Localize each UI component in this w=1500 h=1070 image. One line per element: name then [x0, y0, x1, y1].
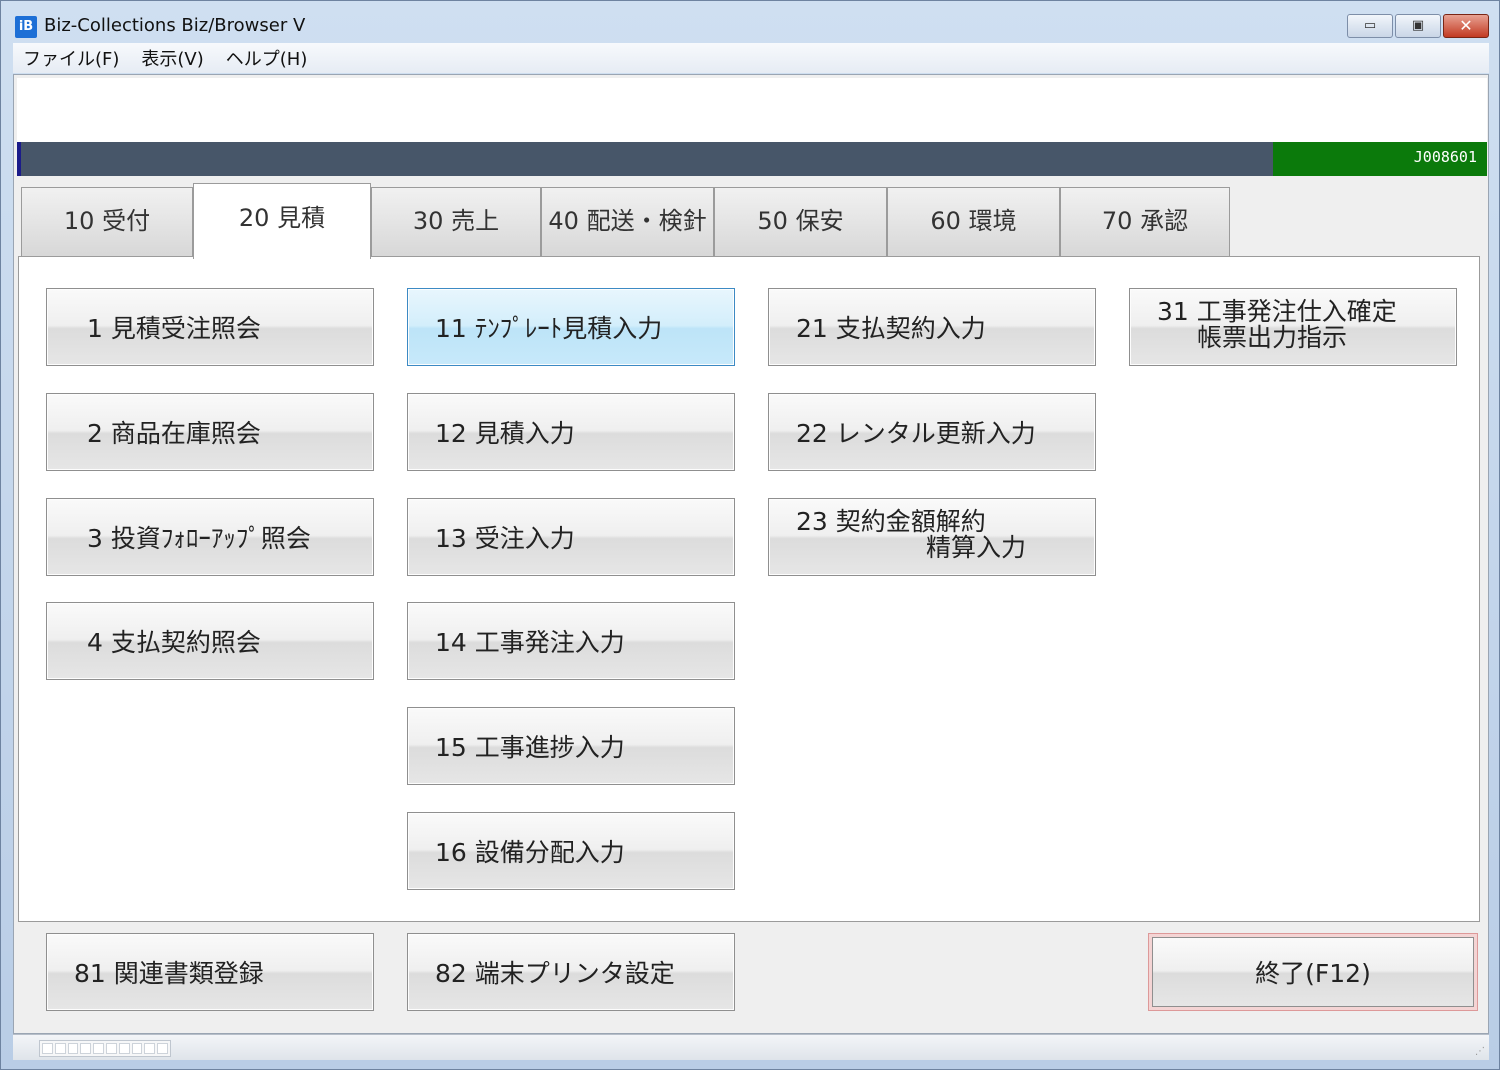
tab-70-approval[interactable]: 70 承認 — [1060, 187, 1230, 257]
btn-payment-contract-inquiry[interactable]: 4 支払契約照会 — [46, 602, 374, 680]
progress-bar — [39, 1040, 171, 1057]
minimize-icon[interactable]: ▭ — [1347, 14, 1393, 38]
header-blank-area — [17, 78, 1487, 142]
btn-equipment-allocation-input[interactable]: 16 設備分配入力 — [407, 812, 735, 890]
tab-20-estimate[interactable]: 20 見積 — [193, 183, 371, 259]
btn-construction-purchase-report-instruction[interactable]: 31 工事発注仕入確定 帳票出力指示 — [1129, 288, 1457, 366]
btn-payment-contract-input[interactable]: 21 支払契約入力 — [768, 288, 1096, 366]
close-icon[interactable]: ✕ — [1443, 14, 1489, 38]
tab-50-security[interactable]: 50 保安 — [714, 187, 887, 257]
btn-template-estimate-input[interactable]: 11 ﾃﾝﾌﾟﾚｰﾄ見積入力 — [407, 288, 735, 366]
resize-grip-icon[interactable]: ⋰ — [1475, 1046, 1485, 1057]
btn-23-line1: 23 契約金額解約 — [796, 507, 986, 536]
btn-23-line2: 精算入力 — [926, 533, 1027, 562]
btn-rental-renewal-input[interactable]: 22 レンタル更新入力 — [768, 393, 1096, 471]
btn-31-line1: 31 工事発注仕入確定 — [1157, 297, 1397, 326]
info-bar — [17, 142, 1273, 176]
btn-construction-progress-input[interactable]: 15 工事進捗入力 — [407, 707, 735, 785]
status-bar: ⋰ — [13, 1034, 1489, 1060]
exit-button[interactable]: 終了(F12) — [1152, 937, 1474, 1007]
menu-file[interactable]: ファイル(F) — [23, 45, 119, 71]
btn-contract-cancellation-settlement-input[interactable]: 23 契約金額解約 精算入力 — [768, 498, 1096, 576]
tab-10-reception[interactable]: 10 受付 — [21, 187, 193, 257]
window-title: Biz-Collections Biz/Browser V — [44, 15, 306, 36]
tab-panel: 1 見積受注照会 2 商品在庫照会 3 投資ﾌｫﾛｰｱｯﾌﾟ照会 4 支払契約照… — [18, 256, 1480, 922]
window-controls: ▭ ▣ ✕ — [1347, 14, 1489, 38]
btn-31-line2: 帳票出力指示 — [1197, 323, 1348, 352]
menu-view[interactable]: 表示(V) — [141, 45, 203, 71]
app-logo-icon: iB — [15, 16, 37, 38]
screen-code: J008601 — [1273, 142, 1487, 176]
client-area: J008601 10 受付 20 見積 30 売上 40 配送・検針 50 保安… — [13, 74, 1489, 1034]
btn-estimate-input[interactable]: 12 見積入力 — [407, 393, 735, 471]
tab-40-delivery[interactable]: 40 配送・検針 — [541, 187, 714, 257]
tab-30-sales[interactable]: 30 売上 — [371, 187, 541, 257]
btn-estimate-order-inquiry[interactable]: 1 見積受注照会 — [46, 288, 374, 366]
btn-investment-followup-inquiry[interactable]: 3 投資ﾌｫﾛｰｱｯﾌﾟ照会 — [46, 498, 374, 576]
tab-60-environment[interactable]: 60 環境 — [887, 187, 1060, 257]
btn-construction-order-input[interactable]: 14 工事発注入力 — [407, 602, 735, 680]
exit-button-frame: 終了(F12) — [1148, 933, 1478, 1011]
menu-help[interactable]: ヘルプ(H) — [226, 45, 308, 71]
app-window: iB Biz-Collections Biz/Browser V ▭ ▣ ✕ フ… — [0, 0, 1500, 1070]
btn-product-stock-inquiry[interactable]: 2 商品在庫照会 — [46, 393, 374, 471]
menu-bar: ファイル(F) 表示(V) ヘルプ(H) — [13, 43, 1489, 73]
btn-related-documents-register[interactable]: 81 関連書類登録 — [46, 933, 374, 1011]
btn-order-input[interactable]: 13 受注入力 — [407, 498, 735, 576]
title-bar[interactable]: iB Biz-Collections Biz/Browser V ▭ ▣ ✕ — [1, 1, 1499, 43]
btn-terminal-printer-settings[interactable]: 82 端末プリンタ設定 — [407, 933, 735, 1011]
maximize-icon[interactable]: ▣ — [1395, 14, 1441, 38]
